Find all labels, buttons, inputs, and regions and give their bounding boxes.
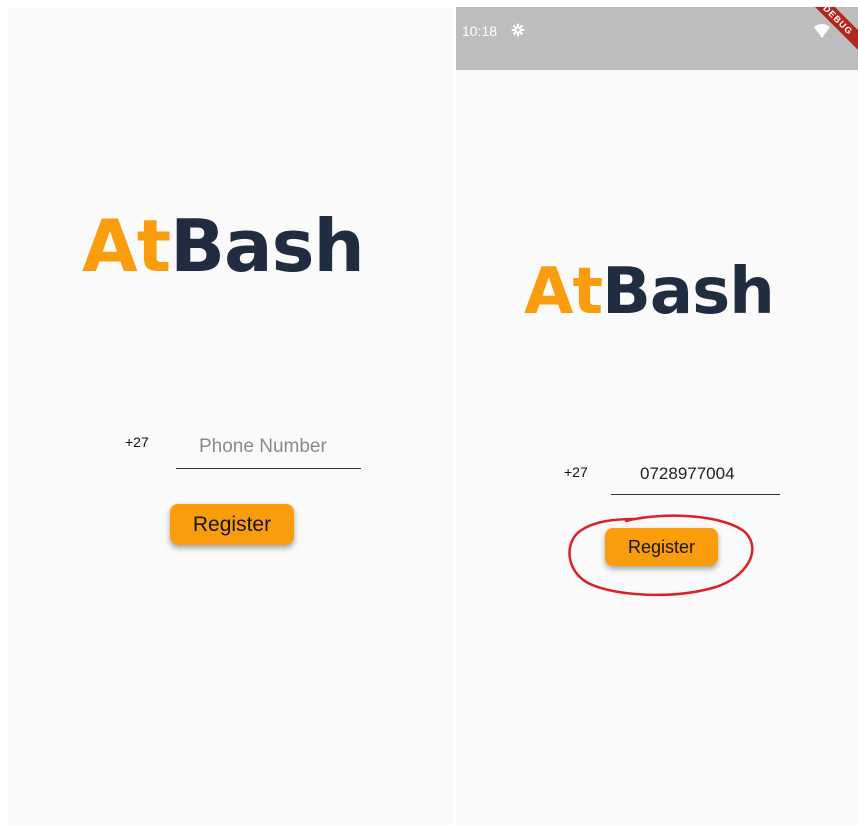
- status-bar: 10:18 DEBUG: [456, 7, 858, 70]
- wifi-icon: [814, 24, 830, 38]
- register-button[interactable]: Register: [605, 528, 718, 566]
- phone-number-input[interactable]: [611, 454, 780, 495]
- app-logo: AtBash: [524, 255, 775, 329]
- right-screen: 10:18 DEBUG AtBash +27 Register: [456, 7, 858, 825]
- logo-bash-text: Bash: [602, 255, 775, 329]
- logo-bash-text: Bash: [170, 204, 365, 288]
- register-button[interactable]: Register: [170, 504, 294, 545]
- country-code-label: +27: [125, 434, 149, 450]
- phone-number-input[interactable]: [176, 426, 361, 469]
- status-time: 10:18: [462, 23, 498, 39]
- logo-at-text: At: [82, 204, 171, 288]
- logo-at-text: At: [524, 255, 603, 329]
- left-screen: AtBash +27 Register: [8, 8, 453, 825]
- app-logo: AtBash: [82, 204, 365, 288]
- country-code-label: +27: [564, 464, 588, 480]
- gear-icon: [511, 23, 525, 37]
